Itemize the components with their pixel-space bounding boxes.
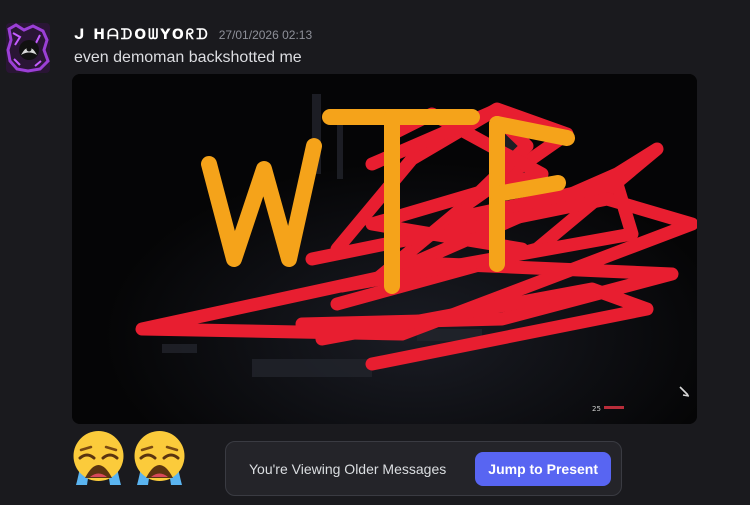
jump-to-present-button[interactable]: Jump to Present — [475, 451, 611, 486]
message-text: even demoman backshotted me — [74, 49, 302, 66]
chat-view: ᒍ ᕼᗩᗪOᗯYOᖇᗪ 27/01/2026 02:13 even demoma… — [0, 0, 750, 505]
hud-counter: 25 — [592, 405, 601, 413]
older-messages-bar: You're Viewing Older Messages Jump to Pr… — [225, 441, 622, 496]
loudly-crying-face-icon[interactable] — [131, 430, 188, 488]
message-header: ᒍ ᕼᗩᗪOᗯYOᖇᗪ 27/01/2026 02:13 — [74, 27, 312, 43]
username[interactable]: ᒍ ᕼᗩᗪOᗯYOᖇᗪ — [74, 27, 210, 43]
timestamp: 27/01/2026 02:13 — [218, 28, 313, 42]
avatar[interactable] — [6, 23, 50, 73]
older-messages-text: You're Viewing Older Messages — [249, 460, 447, 477]
loudly-crying-face-icon[interactable] — [70, 430, 127, 488]
image-attachment[interactable]: 25 — [72, 74, 697, 424]
reactions — [70, 430, 188, 488]
hud-bar — [604, 406, 624, 409]
